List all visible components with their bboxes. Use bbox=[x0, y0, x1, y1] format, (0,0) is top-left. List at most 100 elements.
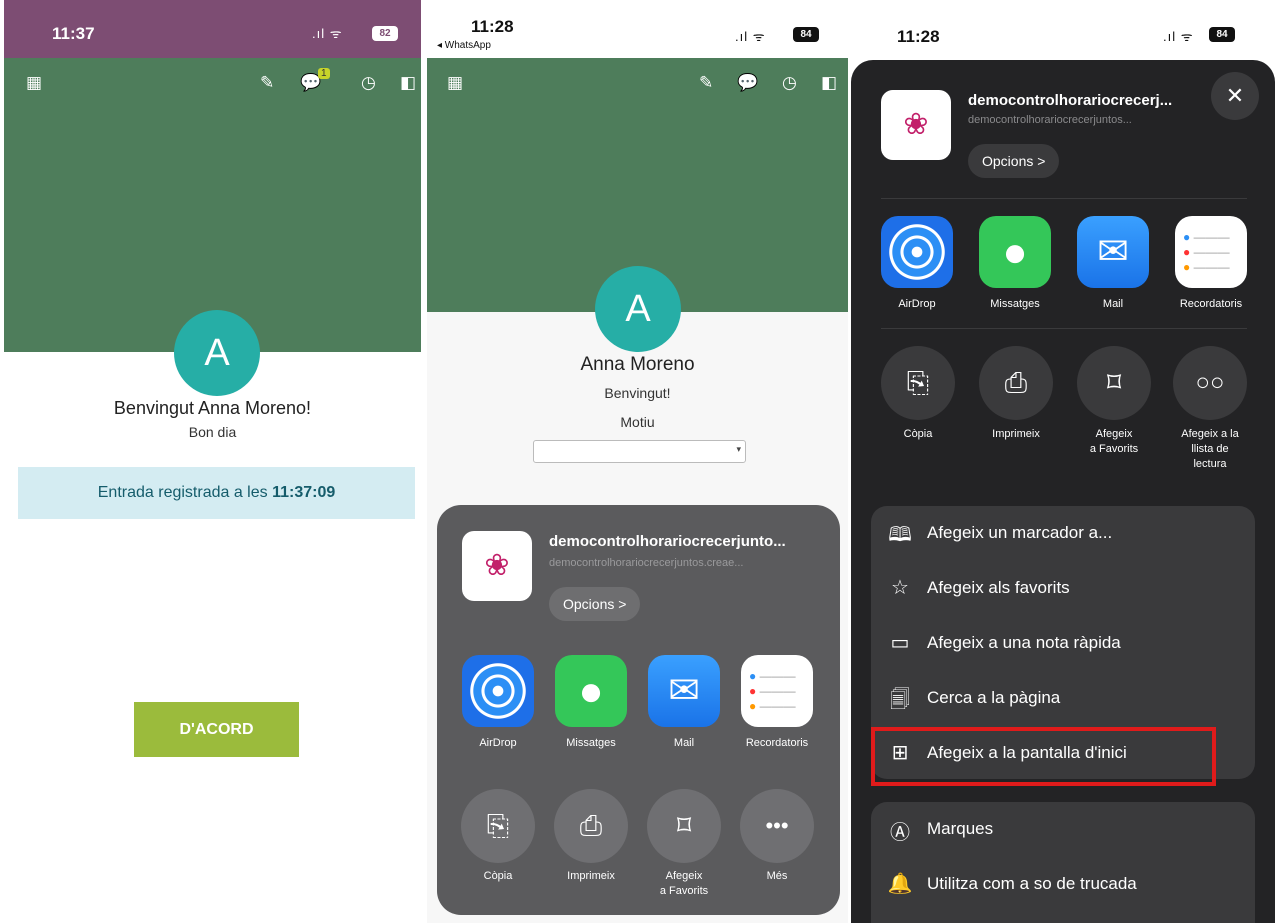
mail-icon[interactable]: ✉ bbox=[648, 655, 720, 727]
bell-icon: 🔔 bbox=[887, 873, 913, 895]
close-icon: ✕ bbox=[1225, 83, 1245, 108]
share-url: democontrolhorariocrecerjuntos.creae... bbox=[549, 557, 744, 569]
glasses-icon[interactable]: ○○ bbox=[1173, 346, 1247, 420]
chevron-down-icon: ▾ bbox=[736, 444, 741, 454]
chat-icon[interactable]: 💬 bbox=[737, 73, 758, 93]
share-sheet: ❀ democontrolhorariocrecerjunto... democ… bbox=[437, 505, 840, 915]
status-time: 11:28 bbox=[471, 17, 514, 36]
employee-name: Anna Moreno bbox=[580, 354, 695, 375]
screen-3: 11:28 .ıl ᯤ 84 ❀ democontrolhorariocrece… bbox=[851, 0, 1275, 923]
status-bar: 11:28 ◂ WhatsApp .ıl ᯤ 84 bbox=[427, 0, 848, 58]
quick-note-icon: ▭ bbox=[890, 632, 910, 654]
welcome-text: Benvingut! bbox=[604, 385, 671, 401]
app-label-airdrop: AirDrop bbox=[898, 298, 936, 310]
copy-icon[interactable]: ⎘ bbox=[461, 789, 535, 863]
action-label-copy: Còpia bbox=[903, 428, 933, 440]
app-label-messages: Missatges bbox=[566, 737, 616, 749]
copy-icon[interactable]: ⎘ bbox=[881, 346, 955, 420]
ok-button[interactable]: D'ACORD bbox=[134, 702, 299, 757]
messages-icon[interactable]: ● bbox=[979, 216, 1051, 288]
menu-quick-note[interactable]: ▭ Afegeix a una nota ràpida bbox=[871, 616, 1255, 671]
avatar: A bbox=[174, 310, 260, 396]
divider bbox=[881, 198, 1247, 199]
app-label-mail: Mail bbox=[1102, 298, 1124, 310]
share-title: democontrolhorariocrecerjunto... bbox=[549, 533, 786, 550]
mail-icon[interactable]: ✉ bbox=[1077, 216, 1149, 288]
clock-icon[interactable]: ◷ bbox=[782, 73, 797, 93]
messages-icon[interactable]: ● bbox=[555, 655, 627, 727]
menu-label: Afegeix als favorits bbox=[927, 578, 1070, 597]
battery-icon: 84 bbox=[793, 27, 819, 42]
reason-select[interactable]: ▾ bbox=[533, 440, 746, 463]
signal-wifi-icon: .ıl ᯤ bbox=[1163, 29, 1194, 44]
reminders-icon[interactable]: ● ——— ● ——— ● ——— bbox=[741, 655, 813, 727]
share-title: democontrolhorariocrecerj... bbox=[968, 92, 1173, 109]
clock-icon[interactable]: ◷ bbox=[361, 73, 376, 93]
close-button[interactable]: ✕ bbox=[1211, 72, 1259, 120]
edit-icon[interactable]: ✎ bbox=[260, 73, 274, 93]
apps-grid-icon[interactable]: ▦ bbox=[26, 73, 42, 93]
split-view-icon[interactable]: ◧ bbox=[400, 73, 416, 93]
status-time: 11:37 bbox=[52, 24, 95, 43]
menu-label: Afegeix un marcador a... bbox=[927, 523, 1113, 542]
app-label-messages: Missatges bbox=[990, 298, 1040, 310]
back-to-whatsapp-link[interactable]: ◂ WhatsApp bbox=[437, 40, 491, 51]
menu-use-as-ringtone[interactable]: 🔔 Utilitza com a so de trucada bbox=[871, 857, 1255, 912]
app-label-reminders: Recordatoris bbox=[745, 737, 809, 749]
menu-add-favorites[interactable]: ☆ Afegeix als favorits bbox=[871, 561, 1255, 616]
menu-add-bookmark[interactable]: 🕮 Afegeix un marcador a... bbox=[871, 506, 1255, 561]
site-icon: ❀ bbox=[881, 90, 951, 160]
greeting-title: Benvingut Anna Moreno! bbox=[113, 398, 312, 418]
notification-badge: 1 bbox=[318, 68, 330, 79]
action-label-favorites: Afegeix a Favorits bbox=[659, 870, 709, 897]
action-label-print: Imprimeix bbox=[567, 870, 615, 882]
menu-label: Utilitza com a so de trucada bbox=[927, 874, 1137, 893]
options-button[interactable]: Opcions > bbox=[968, 144, 1060, 178]
action-label-more: Més bbox=[766, 870, 788, 882]
menu-label: Cerca a la pàgina bbox=[927, 688, 1061, 707]
reminders-icon[interactable]: ● ——— ● ——— ● ——— bbox=[1175, 216, 1247, 288]
action-label-favorites: Afegeix a Favorits bbox=[1089, 428, 1139, 455]
highlight-box bbox=[871, 727, 1216, 786]
greeting-subtitle: Bon dia bbox=[188, 424, 237, 440]
entry-alert-time: 11:37:09 bbox=[272, 484, 336, 501]
signal-wifi-icon: .ıl ᯤ bbox=[312, 26, 343, 41]
odoo-toolbar: ▦ ✎ 💬 ◷ ◧ bbox=[427, 58, 848, 110]
action-menu-2: Ⓐ Marques 🔔 Utilitza com a so de trucada bbox=[871, 802, 1255, 923]
menu-label: Marques bbox=[927, 819, 994, 838]
battery-icon: 82 bbox=[372, 26, 398, 41]
book-icon: 🕮 bbox=[888, 524, 912, 546]
reason-label: Motiu bbox=[620, 414, 655, 430]
find-page-icon: 🗐 bbox=[890, 689, 910, 711]
action-label-copy: Còpia bbox=[483, 870, 513, 882]
avatar: A bbox=[595, 266, 681, 352]
airdrop-icon[interactable] bbox=[881, 216, 953, 288]
airdrop-icon[interactable] bbox=[462, 655, 534, 727]
menu-label: Afegeix a una nota ràpida bbox=[927, 633, 1121, 652]
bookmark-icon[interactable]: ⌑ bbox=[647, 789, 721, 863]
status-time: 11:28 bbox=[897, 27, 940, 46]
status-bar: 11:37 .ıl ᯤ 82 bbox=[4, 0, 421, 58]
battery-icon: 84 bbox=[1209, 27, 1235, 42]
split-view-icon[interactable]: ◧ bbox=[821, 73, 837, 93]
odoo-toolbar: ▦ ✎ 💬 1 ◷ ◧ bbox=[4, 58, 421, 110]
menu-markup[interactable]: Ⓐ Marques bbox=[871, 802, 1255, 857]
bookmark-icon[interactable]: ⌑ bbox=[1077, 346, 1151, 420]
screen-1: 11:37 .ıl ᯤ 82 ▦ ✎ 💬 1 ◷ ◧ A Benvingut A… bbox=[4, 0, 421, 923]
more-icon[interactable]: ••• bbox=[740, 789, 814, 863]
status-bar: 11:28 .ıl ᯤ 84 bbox=[851, 0, 1275, 58]
app-label-reminders: Recordatoris bbox=[1179, 298, 1243, 310]
menu-find-on-page[interactable]: 🗐 Cerca a la pàgina bbox=[871, 671, 1255, 726]
share-sheet: ❀ democontrolhorariocrecerj... democontr… bbox=[851, 60, 1275, 923]
apps-grid-icon[interactable]: ▦ bbox=[447, 73, 463, 93]
print-icon[interactable]: ⎙ bbox=[979, 346, 1053, 420]
signal-wifi-icon: .ıl ᯤ bbox=[735, 29, 766, 44]
options-button[interactable]: Opcions > bbox=[549, 587, 641, 621]
print-icon[interactable]: ⎙ bbox=[554, 789, 628, 863]
entry-alert-text: Entrada registrada a les bbox=[97, 484, 273, 501]
action-label-reading-list: Afegeix a la llista de lectura bbox=[1181, 428, 1239, 470]
app-label-mail: Mail bbox=[673, 737, 695, 749]
divider bbox=[881, 328, 1247, 329]
site-icon: ❀ bbox=[462, 531, 532, 601]
edit-icon[interactable]: ✎ bbox=[699, 73, 713, 93]
